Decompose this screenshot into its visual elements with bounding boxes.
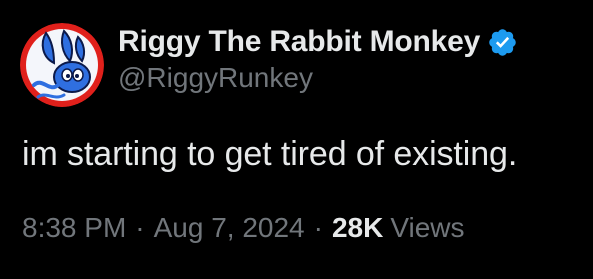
tweet-card: Riggy The Rabbit Monkey @RiggyRunkey im … — [0, 0, 593, 279]
verified-badge-icon[interactable] — [487, 27, 518, 58]
views-count[interactable]: 28K — [332, 212, 383, 244]
tweet-date[interactable]: Aug 7, 2024 — [154, 212, 305, 244]
tweet-time[interactable]: 8:38 PM — [22, 212, 126, 244]
views-label: Views — [390, 212, 465, 243]
avatar-image — [20, 23, 104, 107]
author-display-name[interactable]: Riggy The Rabbit Monkey — [118, 25, 480, 59]
author-name-row: Riggy The Rabbit Monkey — [118, 22, 518, 62]
tweet-meta: 8:38 PM · Aug 7, 2024 · 28K Views — [22, 212, 465, 244]
author-handle[interactable]: @RiggyRunkey — [118, 62, 313, 94]
avatar[interactable] — [20, 23, 104, 107]
meta-separator: · — [313, 212, 323, 243]
tweet-text: im starting to get tired of existing. — [22, 135, 518, 173]
meta-separator: · — [135, 212, 145, 243]
